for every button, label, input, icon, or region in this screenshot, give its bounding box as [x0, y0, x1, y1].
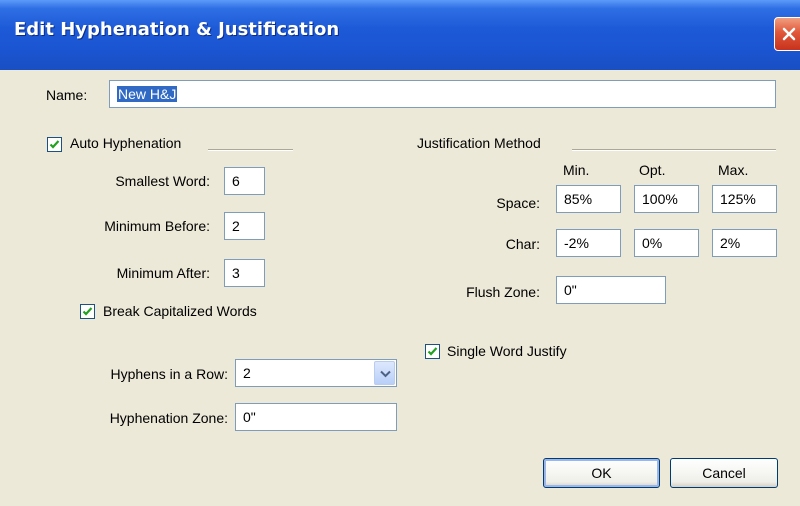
- name-field[interactable]: New H&J: [109, 80, 776, 108]
- hj-dialog: Edit Hyphenation & Justification Name: N…: [0, 0, 800, 506]
- title-bar[interactable]: Edit Hyphenation & Justification: [0, 0, 800, 70]
- char-max-field[interactable]: 2%: [712, 229, 777, 257]
- single-word-justify-label: Single Word Justify: [447, 343, 567, 359]
- justification-method-label: Justification Method: [417, 135, 541, 151]
- flush-zone-label: Flush Zone:: [466, 284, 540, 300]
- dropdown-button[interactable]: [374, 361, 395, 385]
- space-min-field[interactable]: 85%: [556, 185, 621, 213]
- close-button[interactable]: [774, 17, 800, 51]
- minimum-after-label: Minimum After:: [116, 265, 210, 281]
- char-opt-field[interactable]: 0%: [634, 229, 699, 257]
- cancel-button[interactable]: Cancel: [670, 458, 778, 488]
- auto-hyphenation-checkbox[interactable]: [47, 137, 62, 152]
- name-label: Name:: [46, 87, 88, 103]
- hyphens-in-row-select[interactable]: 2: [235, 359, 397, 387]
- ok-button[interactable]: OK: [543, 458, 660, 488]
- char-min-field[interactable]: -2%: [556, 229, 621, 257]
- break-capitalized-checkbox[interactable]: [80, 304, 95, 319]
- minimum-before-label: Minimum Before:: [104, 218, 210, 234]
- hyphens-in-row-value: 2: [243, 365, 251, 381]
- hyphenation-zone-label: Hyphenation Zone:: [109, 410, 228, 426]
- min-header: Min.: [563, 162, 590, 178]
- minimum-before-field[interactable]: 2: [224, 212, 265, 240]
- group-line: [208, 149, 293, 151]
- max-header: Max.: [718, 162, 749, 178]
- smallest-word-label: Smallest Word:: [115, 173, 210, 189]
- hyphens-in-row-label: Hyphens in a Row:: [110, 366, 228, 382]
- auto-hyphenation-label: Auto Hyphenation: [70, 135, 182, 151]
- flush-zone-field[interactable]: 0": [556, 276, 666, 304]
- minimum-after-field[interactable]: 3: [224, 259, 265, 287]
- group-line: [572, 149, 776, 151]
- opt-header: Opt.: [639, 162, 666, 178]
- hyphenation-zone-field[interactable]: 0": [235, 403, 397, 431]
- dialog-title: Edit Hyphenation & Justification: [14, 19, 340, 40]
- space-max-field[interactable]: 125%: [712, 185, 777, 213]
- single-word-justify-checkbox[interactable]: [425, 344, 440, 359]
- space-opt-field[interactable]: 100%: [634, 185, 699, 213]
- space-label: Space:: [496, 195, 540, 211]
- break-capitalized-label: Break Capitalized Words: [103, 303, 257, 319]
- name-value: New H&J: [117, 86, 178, 102]
- smallest-word-field[interactable]: 6: [224, 167, 265, 195]
- char-label: Char:: [505, 236, 540, 252]
